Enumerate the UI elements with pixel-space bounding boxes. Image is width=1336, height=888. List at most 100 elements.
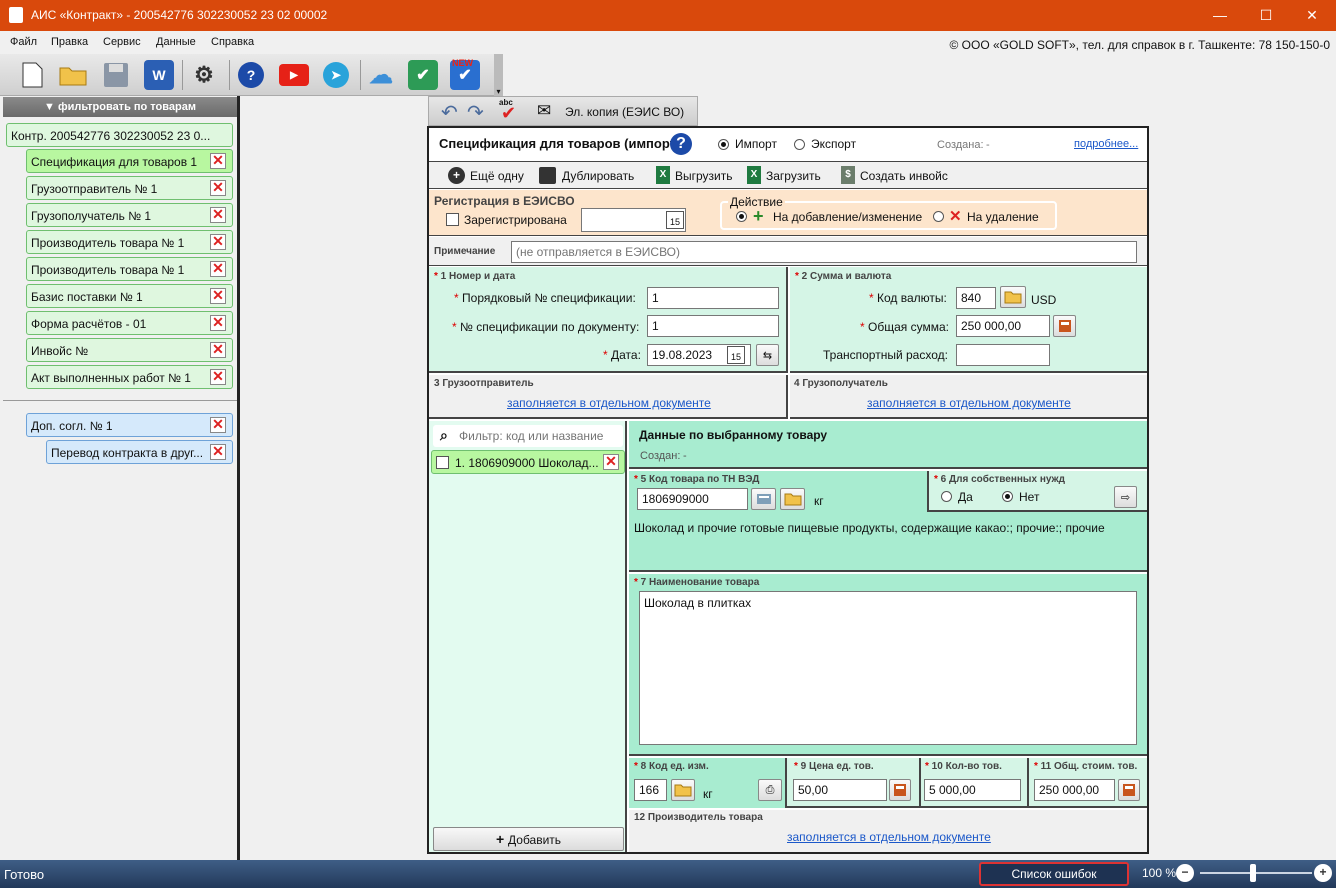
zoom-level: 100 %	[1142, 866, 1177, 880]
delete-icon[interactable]: ✕	[210, 444, 226, 460]
save-icon[interactable]	[101, 60, 131, 90]
total-sum-input[interactable]: 250 000,00	[956, 315, 1050, 337]
tree-item-act[interactable]: Акт выполненных работ № 1	[26, 365, 233, 389]
tree-item-spec[interactable]: Спецификация для товаров 1	[26, 149, 233, 173]
currency-code-input[interactable]: 840	[956, 287, 996, 309]
add-goods-button[interactable]: + Добавить	[433, 827, 624, 851]
tree-item-transfer[interactable]: Перевод контракта в друг...	[46, 440, 233, 464]
telegram-icon[interactable]: ➤	[323, 62, 349, 88]
menu-help[interactable]: Справка	[211, 36, 254, 48]
note-input[interactable]	[511, 241, 1137, 263]
toolbar-overflow-icon[interactable]: ▾	[494, 54, 503, 96]
undo-icon[interactable]: ↶	[441, 100, 458, 125]
hs-code-input[interactable]: 1806909000	[637, 488, 748, 510]
word-icon[interactable]: W	[144, 60, 174, 90]
tree-item-delivery-basis[interactable]: Базис поставки № 1	[26, 284, 233, 308]
zoom-out-icon[interactable]: −	[1176, 864, 1194, 882]
unit-price-input[interactable]: 50,00	[793, 779, 887, 801]
menu-file[interactable]: Файл	[10, 36, 37, 48]
zoom-slider-track[interactable]	[1200, 872, 1312, 874]
cloud-download-icon[interactable]: ☁	[366, 60, 396, 90]
tree-item-invoice[interactable]: Инвойс №	[26, 338, 233, 362]
apply-icon[interactable]: ⇨	[1114, 486, 1137, 508]
checklist-icon[interactable]: ✔	[408, 60, 438, 90]
manufacturer-link[interactable]: заполняется в отдельном документе	[787, 830, 991, 844]
registered-checkbox[interactable]	[446, 213, 459, 226]
catalog-icon[interactable]	[751, 488, 776, 510]
delete-icon[interactable]: ✕	[210, 288, 226, 304]
filter-by-goods-button[interactable]: ▼ фильтровать по товарам	[3, 97, 237, 117]
own-needs-yes-radio[interactable]	[941, 491, 952, 502]
quantity-input[interactable]: 5 000,00	[924, 779, 1021, 801]
electronic-copy-button[interactable]: Эл. копия (ЕЭИС ВО)	[565, 105, 684, 119]
minimize-button[interactable]: —	[1197, 0, 1243, 31]
delete-icon[interactable]: ✕	[210, 417, 226, 433]
tree-item-consignee[interactable]: Грузополучатель № 1	[26, 203, 233, 227]
goods-item-checkbox[interactable]	[436, 456, 449, 469]
open-folder-icon[interactable]	[58, 60, 88, 90]
unit-code-input[interactable]: 166	[634, 779, 667, 801]
calendar-icon[interactable]: 15	[666, 211, 684, 229]
create-invoice-button[interactable]: Создать инвойс	[860, 169, 948, 183]
action-add-radio[interactable]	[736, 211, 747, 222]
close-button[interactable]: ✕	[1289, 0, 1335, 31]
delete-icon[interactable]: ✕	[210, 153, 226, 169]
menu-data[interactable]: Данные	[156, 36, 196, 48]
action-delete-radio[interactable]	[933, 211, 944, 222]
calculator-icon[interactable]	[1118, 779, 1140, 801]
duplicate-button[interactable]: Дублировать	[562, 169, 634, 183]
redo-icon[interactable]: ↷	[467, 100, 484, 125]
fill-date-icon[interactable]: ⇆	[756, 344, 779, 366]
spellcheck-icon[interactable]: ✔	[501, 103, 516, 124]
settings-gears-icon[interactable]: ⚙	[189, 60, 219, 90]
doc-number-input[interactable]: 1	[647, 315, 779, 337]
total-cost-input[interactable]: 250 000,00	[1034, 779, 1115, 801]
menu-service[interactable]: Сервис	[103, 36, 141, 48]
delete-icon[interactable]: ✕	[603, 454, 619, 470]
calculator-icon[interactable]	[1053, 315, 1076, 337]
delete-icon[interactable]: ✕	[210, 342, 226, 358]
add-another-button[interactable]: Ещё одну	[470, 169, 524, 183]
new-document-icon[interactable]	[17, 60, 47, 90]
tree-item-agreement[interactable]: Доп. согл. № 1	[26, 413, 233, 437]
details-link[interactable]: подробнее...	[1074, 138, 1138, 150]
delete-icon[interactable]: ✕	[210, 207, 226, 223]
import-button[interactable]: Загрузить	[766, 169, 821, 183]
calendar-icon[interactable]: 15	[727, 346, 745, 364]
delete-icon[interactable]: ✕	[210, 261, 226, 277]
zoom-in-icon[interactable]: +	[1314, 864, 1332, 882]
tree-item-manufacturer[interactable]: Производитель товара № 1	[26, 257, 233, 281]
help-icon[interactable]: ?	[238, 62, 264, 88]
delete-icon[interactable]: ✕	[210, 369, 226, 385]
shipper-link[interactable]: заполняется в отдельном документе	[507, 396, 711, 410]
tree-item-manufacturer[interactable]: Производитель товара № 1	[26, 230, 233, 254]
delete-icon[interactable]: ✕	[210, 234, 226, 250]
folder-icon[interactable]	[780, 488, 805, 510]
help-icon[interactable]: ?	[670, 133, 692, 155]
consignee-link[interactable]: заполняется в отдельном документе	[867, 396, 1071, 410]
calculator-icon[interactable]	[889, 779, 911, 801]
tree-item-payment-form[interactable]: Форма расчётов - 01	[26, 311, 233, 335]
menu-edit[interactable]: Правка	[51, 36, 88, 48]
folder-icon[interactable]	[1000, 286, 1026, 308]
delete-icon[interactable]: ✕	[210, 180, 226, 196]
import-radio[interactable]	[718, 139, 729, 150]
goods-name-textarea[interactable]: Шоколад в плитках	[639, 591, 1137, 745]
youtube-icon[interactable]: ▶	[279, 64, 309, 86]
seq-number-input[interactable]: 1	[647, 287, 779, 309]
export-radio[interactable]	[794, 139, 805, 150]
goods-filter-input[interactable]	[459, 429, 619, 443]
goods-list-item[interactable]: 1. 1806909000 Шоколад...	[431, 450, 625, 474]
folder-icon[interactable]	[671, 779, 695, 801]
email-icon[interactable]: ✉	[537, 101, 551, 121]
delete-icon[interactable]: ✕	[210, 315, 226, 331]
maximize-button[interactable]: ☐	[1243, 0, 1289, 31]
errors-list-button[interactable]: Список ошибок	[979, 862, 1129, 886]
export-button[interactable]: Выгрузить	[675, 169, 733, 183]
transport-input[interactable]	[956, 344, 1050, 366]
zoom-slider-handle[interactable]	[1250, 864, 1256, 882]
print-icon[interactable]: ⎙	[758, 779, 782, 801]
own-needs-no-radio[interactable]	[1002, 491, 1013, 502]
tree-root-contract[interactable]: Контр. 200542776 302230052 23 0...	[6, 123, 233, 147]
tree-item-shipper[interactable]: Грузоотправитель № 1	[26, 176, 233, 200]
